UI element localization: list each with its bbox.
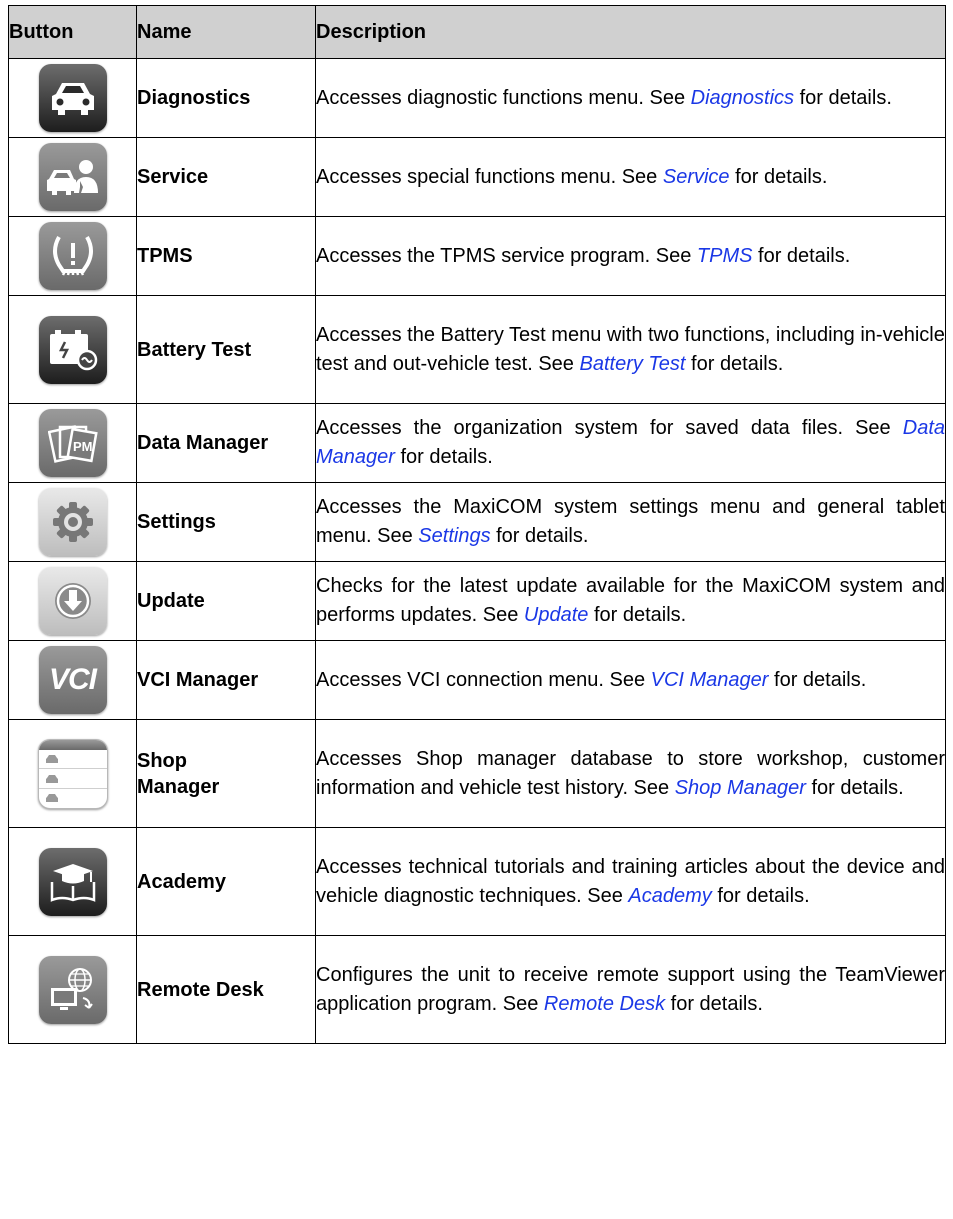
- row-name: TPMS: [136, 216, 316, 296]
- row-description: Accesses the MaxiCOM system settings men…: [315, 482, 946, 562]
- table-row: Shop Manager Accesses Shop manager datab…: [8, 719, 946, 828]
- table-row: Diagnostics Accesses diagnostic function…: [8, 58, 946, 138]
- shop-manager-icon[interactable]: [37, 738, 108, 809]
- table-row: VCI VCI Manager Accesses VCI connection …: [8, 640, 946, 720]
- car-front-icon[interactable]: [38, 64, 107, 132]
- row-description: Accesses Shop manager database to store …: [315, 719, 946, 828]
- car-mechanic-icon[interactable]: [38, 143, 107, 211]
- table-row: TPMS Accesses the TPMS service program. …: [8, 216, 946, 296]
- row-link[interactable]: TPMS: [697, 245, 753, 267]
- svg-text:PM: PM: [73, 439, 93, 454]
- row-description: Accesses VCI connection menu. See VCI Ma…: [315, 640, 946, 720]
- row-link[interactable]: Service: [663, 166, 730, 188]
- row-link[interactable]: Battery Test: [580, 353, 686, 375]
- remote-desk-icon[interactable]: [38, 955, 107, 1024]
- academy-book-icon[interactable]: [38, 847, 107, 916]
- row-link[interactable]: Academy: [628, 885, 711, 907]
- table-row: Battery Test Accesses the Battery Test m…: [8, 295, 946, 404]
- table-row: Settings Accesses the MaxiCOM system set…: [8, 482, 946, 562]
- function-buttons-table: Button Name Description Diagnostics Acce…: [8, 5, 946, 1044]
- row-link[interactable]: Settings: [418, 525, 490, 547]
- download-arrow-icon[interactable]: [38, 567, 107, 635]
- row-description: Accesses the Battery Test menu with two …: [315, 295, 946, 404]
- row-name: Data Manager: [136, 403, 316, 483]
- tire-pressure-icon[interactable]: [38, 222, 107, 290]
- row-link[interactable]: Remote Desk: [544, 993, 665, 1015]
- row-name: Settings: [136, 482, 316, 562]
- row-description: Configures the unit to receive remote su…: [315, 935, 946, 1044]
- header-button: Button: [8, 5, 137, 59]
- row-name: Remote Desk: [136, 935, 316, 1044]
- row-description: Accesses technical tutorials and trainin…: [315, 827, 946, 936]
- vci-icon[interactable]: VCI: [38, 646, 107, 714]
- header-description: Description: [315, 5, 946, 59]
- row-link[interactable]: Diagnostics: [691, 87, 794, 109]
- table-row: Academy Accesses technical tutorials and…: [8, 827, 946, 936]
- row-link[interactable]: Update: [524, 604, 589, 626]
- table-row: PM Data Manager Accesses the organizatio…: [8, 403, 946, 483]
- row-description: Accesses special functions menu. See Ser…: [315, 137, 946, 217]
- row-link[interactable]: Shop Manager: [675, 777, 806, 799]
- battery-test-icon[interactable]: [38, 315, 107, 384]
- table-row: Update Checks for the latest update avai…: [8, 561, 946, 641]
- table-row: Remote Desk Configures the unit to recei…: [8, 935, 946, 1044]
- row-name: Battery Test: [136, 295, 316, 404]
- row-description: Accesses the organization system for sav…: [315, 403, 946, 483]
- header-name: Name: [136, 5, 316, 59]
- data-manager-icon[interactable]: PM: [38, 409, 107, 477]
- row-description: Checks for the latest update available f…: [315, 561, 946, 641]
- row-name: Diagnostics: [136, 58, 316, 138]
- row-description: Accesses the TPMS service program. See T…: [315, 216, 946, 296]
- table-header-row: Button Name Description: [8, 5, 946, 59]
- table-row: Service Accesses special functions menu.…: [8, 137, 946, 217]
- row-link[interactable]: VCI Manager: [651, 669, 769, 691]
- row-name: VCI Manager: [136, 640, 316, 720]
- row-description: Accesses diagnostic functions menu. See …: [315, 58, 946, 138]
- row-name: Academy: [136, 827, 316, 936]
- row-name: Update: [136, 561, 316, 641]
- row-name: Shop Manager: [136, 719, 316, 828]
- row-name: Service: [136, 137, 316, 217]
- gear-icon[interactable]: [38, 488, 107, 556]
